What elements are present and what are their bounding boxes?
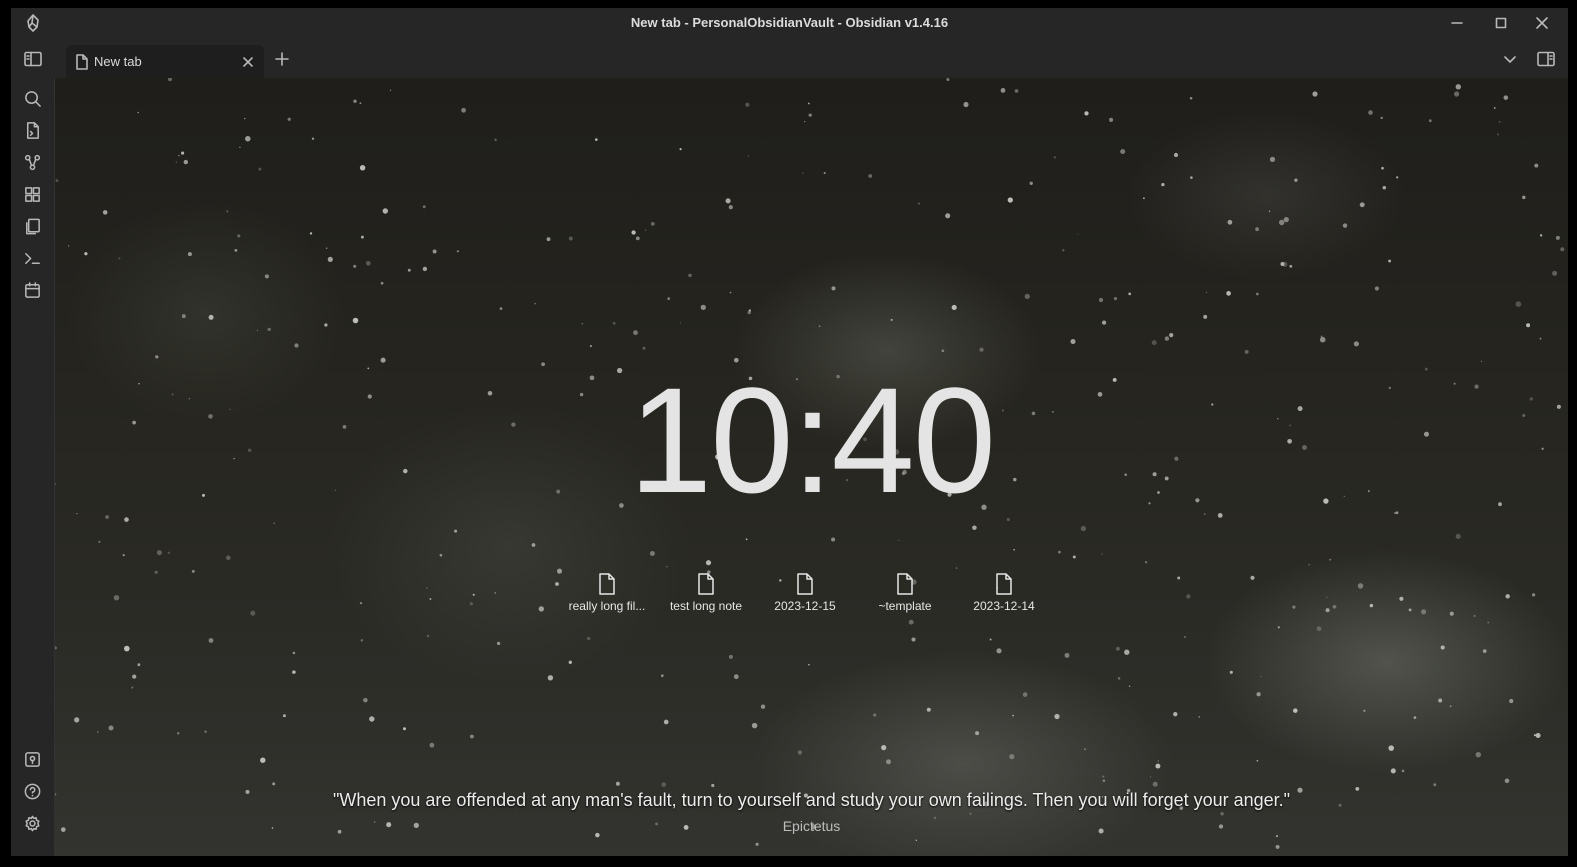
vault-switcher-icon[interactable] bbox=[23, 750, 42, 769]
tab-bar: New tab bbox=[11, 38, 1568, 78]
search-icon[interactable] bbox=[23, 89, 42, 108]
new-tab-icon[interactable] bbox=[273, 50, 291, 68]
recent-files: really long fil... test long note 2023-1… bbox=[55, 573, 1568, 633]
quick-switcher-icon[interactable] bbox=[23, 121, 42, 140]
file-icon bbox=[698, 573, 714, 595]
clock: 10:40 bbox=[628, 356, 996, 524]
close-window-icon[interactable] bbox=[1532, 13, 1552, 33]
obsidian-window: New tab - PersonalObsidianVault - Obsidi… bbox=[11, 8, 1568, 856]
graph-view-icon[interactable] bbox=[23, 153, 42, 172]
settings-icon[interactable] bbox=[23, 814, 42, 833]
tab-label: New tab bbox=[94, 54, 142, 69]
daily-note-calendar-icon[interactable] bbox=[23, 281, 42, 300]
command-palette-icon[interactable] bbox=[23, 249, 42, 268]
recent-file-item[interactable]: 2023-12-14 bbox=[954, 573, 1054, 613]
minimize-icon[interactable] bbox=[1447, 13, 1467, 33]
ribbon bbox=[11, 78, 55, 856]
templates-icon[interactable] bbox=[23, 217, 42, 236]
left-sidebar-toggle-icon[interactable] bbox=[23, 49, 43, 69]
chevron-down-icon[interactable] bbox=[1502, 51, 1518, 67]
file-icon bbox=[897, 573, 913, 595]
recent-file-item[interactable]: 2023-12-15 bbox=[755, 573, 855, 613]
recent-file-item[interactable]: really long fil... bbox=[557, 573, 657, 613]
quote-text: "When you are offended at any man's faul… bbox=[332, 790, 1291, 810]
window-title: New tab - PersonalObsidianVault - Obsidi… bbox=[630, 15, 949, 30]
recent-file-label: 2023-12-15 bbox=[774, 599, 836, 613]
recent-file-item[interactable]: test long note bbox=[656, 573, 756, 613]
recent-file-label: 2023-12-14 bbox=[973, 599, 1035, 613]
recent-file-label: really long fil... bbox=[568, 599, 646, 613]
maximize-icon[interactable] bbox=[1491, 13, 1511, 33]
close-tab-icon[interactable] bbox=[240, 54, 256, 70]
recent-file-label: ~template bbox=[878, 599, 932, 613]
quote-author: Epictetus bbox=[782, 818, 841, 834]
file-icon bbox=[599, 573, 615, 595]
recent-file-item[interactable]: ~template bbox=[855, 573, 955, 613]
file-icon bbox=[76, 54, 88, 70]
canvas-icon[interactable] bbox=[23, 185, 42, 204]
title-bar[interactable]: New tab - PersonalObsidianVault - Obsidi… bbox=[11, 8, 1568, 38]
file-icon bbox=[996, 573, 1012, 595]
tab-new-tab[interactable]: New tab bbox=[66, 45, 264, 78]
right-sidebar-toggle-icon[interactable] bbox=[1536, 49, 1556, 69]
help-icon[interactable] bbox=[23, 782, 42, 801]
new-tab-view: 10:40 really long fil... test long note … bbox=[55, 78, 1568, 856]
recent-file-label: test long note bbox=[669, 599, 743, 613]
file-icon bbox=[797, 573, 813, 595]
